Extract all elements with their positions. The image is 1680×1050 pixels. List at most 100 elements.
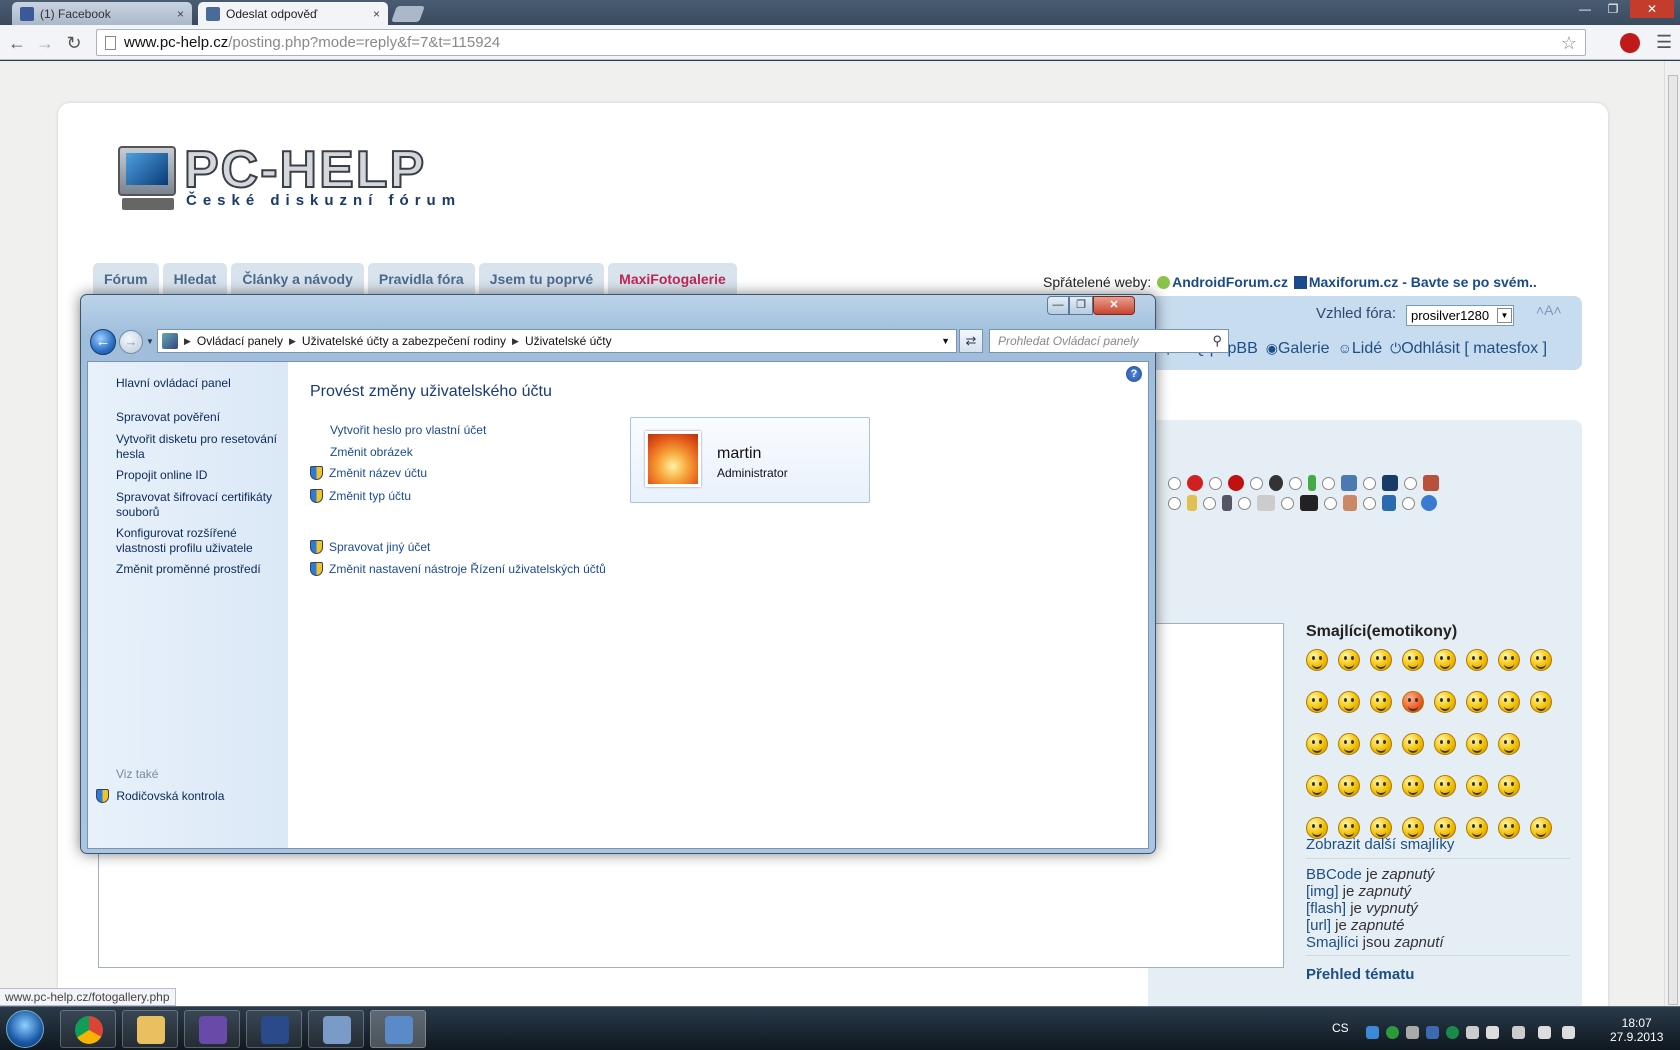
font-size-icon[interactable]: ˄A˄ [1536,302,1562,318]
update-icon[interactable] [1426,1026,1439,1039]
link-environment-variables[interactable]: Změnit proměnné prostředí [116,562,286,577]
smiley-icon[interactable] [1434,775,1456,797]
chevron-down-icon[interactable]: ▼ [941,336,956,346]
nav-search[interactable]: Hledat [162,263,228,294]
smiley-icon[interactable] [1402,733,1424,755]
link-change-picture[interactable]: Změnit obrázek [330,445,413,459]
smiley-icon[interactable] [1306,775,1328,797]
tab-facebook[interactable]: (1) Facebook × [12,2,192,25]
topic-icon-radio[interactable] [1168,496,1181,510]
smiley-icon[interactable] [1498,817,1520,839]
code-name[interactable]: BBCode [1306,866,1362,883]
steam-icon[interactable] [1406,1026,1419,1039]
people-link[interactable]: ☺Lidé [1338,340,1383,358]
cp-address-bar[interactable]: ▶ Ovládací panely ▶ Uživatelské účty a z… [157,329,957,353]
start-button[interactable] [6,1010,44,1048]
topic-review-heading[interactable]: Přehled tématu [1306,966,1414,983]
taskbar-explorer[interactable] [122,1010,178,1048]
new-tab-button[interactable] [391,6,425,22]
menu-icon[interactable]: ☰ [1656,32,1672,53]
smiley-icon[interactable] [1306,649,1328,671]
link-main-control-panel[interactable]: Hlavní ovládací panel [116,376,286,391]
smiley-icon[interactable] [1466,817,1488,839]
history-dropdown-icon[interactable]: ▼ [146,337,154,346]
nav-rules[interactable]: Pravidla fóra [367,263,475,294]
network-tray-icon[interactable] [1538,1026,1551,1039]
smiley-icon[interactable] [1402,649,1424,671]
nav-first-time[interactable]: Jsem tu poprvé [478,263,605,294]
scrollbar[interactable] [1664,61,1680,1006]
smiley-icon[interactable] [1530,691,1552,713]
link-uac-settings[interactable]: Změnit nastavení nástroje Řízení uživate… [310,562,606,576]
smiley-icon[interactable] [1402,691,1424,713]
more-smilies-link[interactable]: Zobrazit další smajlíky [1306,836,1454,853]
usb-icon[interactable] [1486,1026,1499,1039]
cp-search-input[interactable]: Prohledat Ovládací panely ⚲ [989,329,1229,353]
smiley-icon[interactable] [1338,691,1360,713]
smiley-icon[interactable] [1498,775,1520,797]
back-icon[interactable]: ← [90,329,116,355]
forward-icon[interactable]: → [34,32,56,54]
link-advanced-profile[interactable]: Konfigurovat rozšířené vlastnosti profil… [116,526,286,556]
smiley-icon[interactable] [1530,817,1552,839]
refresh-icon[interactable]: ⇄ [959,329,983,353]
site-logo[interactable]: PC-HELP České diskuzní fórum [118,140,488,216]
dropbox-icon[interactable] [1366,1026,1379,1039]
link-manage-another-account[interactable]: Spravovat jiný účet [310,540,430,554]
reload-icon[interactable]: ↻ [63,32,85,54]
smiley-icon[interactable] [1466,733,1488,755]
gallery-link[interactable]: ◉Galerie [1266,340,1330,358]
smiley-icon[interactable] [1370,649,1392,671]
minimize-icon[interactable]: — [1047,296,1069,315]
smiley-icon[interactable] [1498,649,1520,671]
close-tab-icon[interactable]: × [177,7,184,21]
maxiforum-link[interactable]: Maxiforum.cz - Bavte se po svém.. [1309,274,1537,290]
topic-icon-radio[interactable] [1209,476,1222,490]
tab-reply[interactable]: Odeslat odpověď × [198,2,388,25]
topic-icon-radio[interactable] [1168,476,1181,490]
back-icon[interactable]: ← [6,32,28,54]
close-tab-icon[interactable]: × [373,7,380,21]
link-change-account-name[interactable]: Změnit název účtu [310,466,427,480]
topic-icon-radio[interactable] [1322,476,1335,490]
language-indicator[interactable]: CS [1332,1021,1349,1035]
smiley-icon[interactable] [1306,691,1328,713]
display-icon[interactable] [1512,1026,1525,1039]
nav-articles[interactable]: Články a návody [231,263,364,294]
flag-icon[interactable] [1466,1026,1479,1039]
user-card[interactable]: martin Administrator [630,417,870,503]
smiley-icon[interactable] [1370,691,1392,713]
taskbar-chrome[interactable] [60,1010,116,1048]
nav-photogallery[interactable]: MaxiFotogalerie [608,263,737,294]
minimize-icon[interactable]: — [1572,0,1598,18]
bookmark-star-icon[interactable]: ☆ [1561,33,1577,54]
nav-forum[interactable]: Fórum [93,263,159,294]
link-encryption-certificates[interactable]: Spravovat šifrovací certifikáty souborů [116,490,286,520]
scrollbar-thumb[interactable] [1668,75,1678,1005]
address-bar[interactable]: www.pc-help.cz/posting.php?mode=reply&f=… [96,29,1586,56]
chevron-right-icon[interactable]: ▶ [184,336,191,347]
breadcrumb-user-accounts[interactable]: Uživatelské účty [525,334,612,348]
maximize-icon[interactable]: ❐ [1600,0,1626,18]
smiley-icon[interactable] [1434,691,1456,713]
androidforum-link[interactable]: AndroidForum.cz [1172,274,1288,290]
topic-icon-radio[interactable] [1238,496,1251,510]
taskbar-network[interactable] [308,1010,364,1048]
close-window-icon[interactable]: ✕ [1093,296,1135,315]
taskbar-control-panel[interactable] [370,1010,426,1048]
wordpress-icon[interactable] [1446,1026,1459,1039]
smiley-icon[interactable] [1306,733,1328,755]
smiley-icon[interactable] [1466,649,1488,671]
topic-icon-radio[interactable] [1203,496,1216,510]
chevron-right-icon[interactable]: ▶ [289,336,296,347]
maximize-icon[interactable]: ❐ [1069,296,1093,315]
control-panel-window[interactable]: — ❐ ✕ ← → ▼ ▶ Ovládací panely ▶ Uživatel… [80,294,1229,854]
smiley-icon[interactable] [1498,691,1520,713]
smiley-icon[interactable] [1530,649,1552,671]
taskbar-save-app[interactable] [246,1010,302,1048]
smiley-icon[interactable] [1466,775,1488,797]
forward-icon[interactable]: → [119,330,143,354]
help-icon[interactable]: ? [1126,366,1142,382]
breadcrumb-user-accounts-family[interactable]: Uživatelské účty a zabezpečení rodiny [302,334,506,348]
topic-icon-radio[interactable] [1404,476,1417,490]
